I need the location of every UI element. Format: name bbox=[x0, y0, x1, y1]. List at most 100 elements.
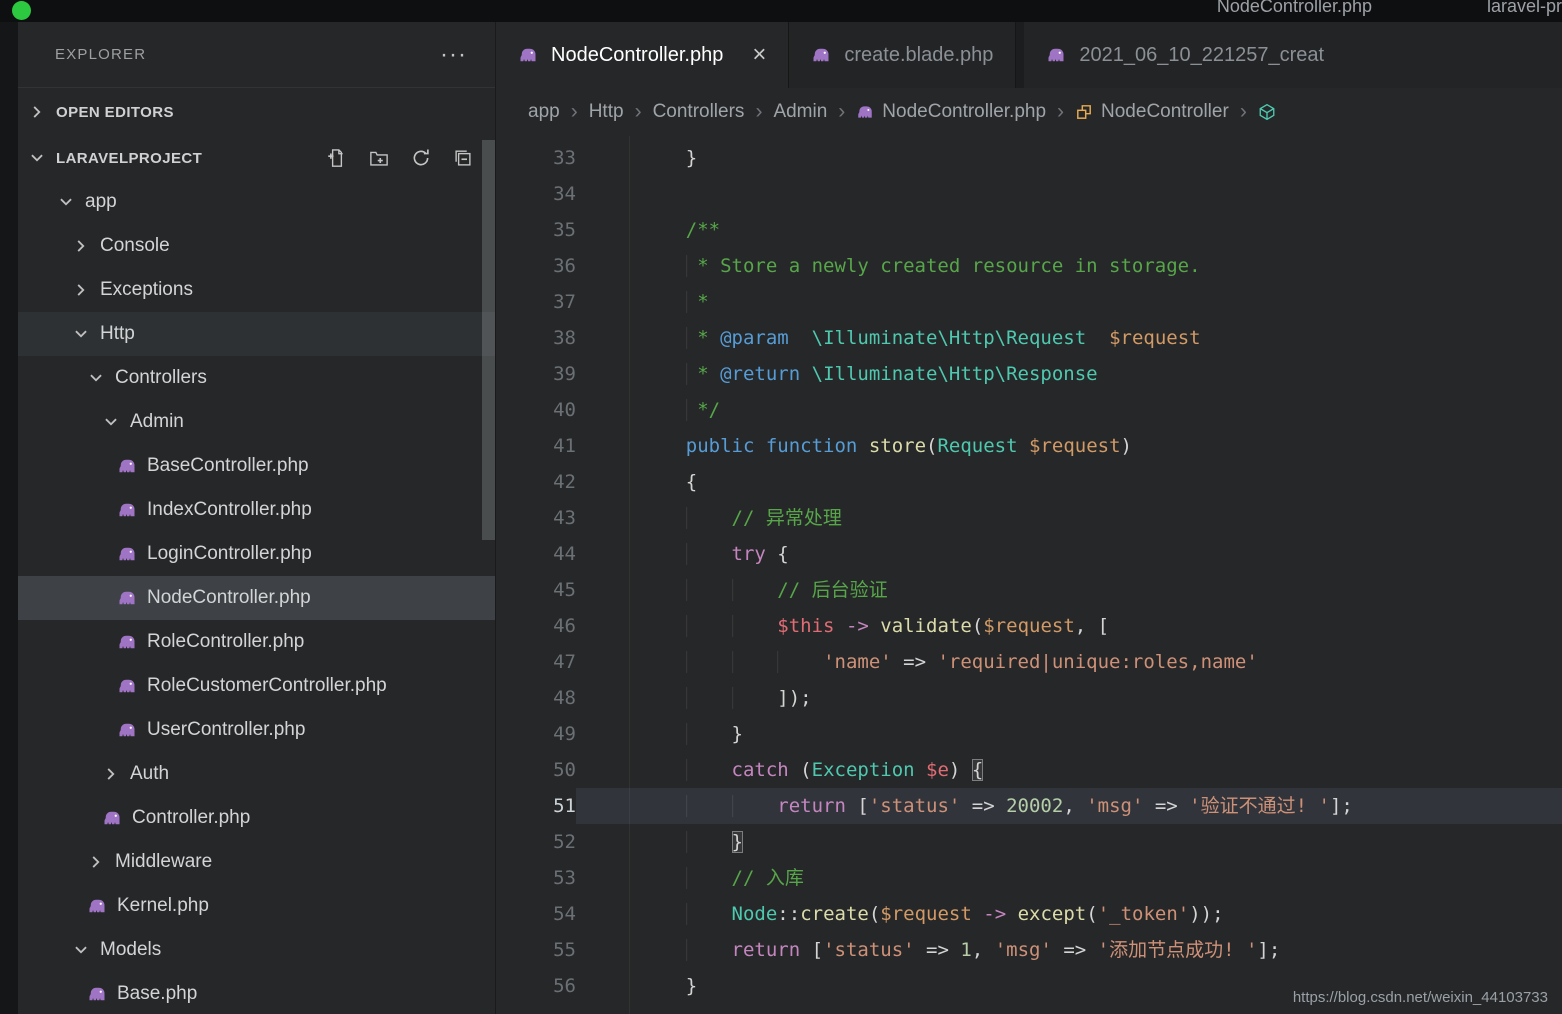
code-line-42[interactable]: 42 { bbox=[496, 464, 1562, 500]
code-line-34[interactable]: 34 bbox=[496, 176, 1562, 212]
breadcrumb-item-symbol[interactable] bbox=[1258, 103, 1276, 121]
open-editors-section[interactable]: OPEN EDITORS bbox=[18, 87, 495, 136]
new-file-button[interactable] bbox=[327, 148, 347, 168]
explorer-header: EXPLORER ··· bbox=[18, 22, 495, 87]
code-line-content: try { bbox=[576, 536, 1562, 572]
code-line-51[interactable]: 51 return ['status' => 20002, 'msg' => '… bbox=[496, 788, 1562, 824]
code-token: */ bbox=[697, 399, 720, 421]
code-line-content: // 异常处理 bbox=[576, 500, 1562, 536]
indent-guide bbox=[640, 723, 686, 745]
tab-2021-06-10-221257-creat[interactable]: 2021_06_10_221257_creat bbox=[1024, 22, 1562, 88]
tree-item-controllers[interactable]: Controllers bbox=[18, 356, 495, 400]
code-line-content: */ bbox=[576, 392, 1562, 428]
line-number: 47 bbox=[496, 644, 576, 680]
breadcrumb-item-controllers[interactable]: Controllers bbox=[653, 101, 745, 123]
code-token: '验证不通过! ' bbox=[1189, 795, 1330, 817]
breadcrumb-item-http[interactable]: Http bbox=[589, 101, 624, 123]
php-elephant-icon bbox=[102, 808, 122, 828]
code-line-content: $this -> validate($request, [ bbox=[576, 608, 1562, 644]
code-line-36[interactable]: 36 * Store a newly created resource in s… bbox=[496, 248, 1562, 284]
sidebar-scrollbar[interactable] bbox=[482, 140, 495, 540]
tree-item-kernel-php[interactable]: Kernel.php bbox=[18, 884, 495, 928]
file-tree: appConsoleExceptionsHttpControllersAdmin… bbox=[18, 180, 495, 1014]
tree-item-logincontroller-php[interactable]: LoginController.php bbox=[18, 532, 495, 576]
breadcrumb-separator: › bbox=[1057, 100, 1064, 124]
tree-item-label: RoleCustomerController.php bbox=[147, 675, 387, 697]
indent-guide bbox=[640, 147, 686, 169]
code-line-37[interactable]: 37 * bbox=[496, 284, 1562, 320]
tree-item-base-php[interactable]: Base.php bbox=[18, 972, 495, 1014]
chevron-down-icon bbox=[72, 325, 90, 343]
tree-item-app[interactable]: app bbox=[18, 180, 495, 224]
code-line-48[interactable]: 48 ]); bbox=[496, 680, 1562, 716]
tree-item-indexcontroller-php[interactable]: IndexController.php bbox=[18, 488, 495, 532]
code-token: create bbox=[800, 903, 869, 925]
code-line-content: ]); bbox=[576, 680, 1562, 716]
indent-guide bbox=[686, 867, 732, 889]
tree-item-rolecontroller-php[interactable]: RoleController.php bbox=[18, 620, 495, 664]
breadcrumb-item-admin[interactable]: Admin bbox=[773, 101, 827, 123]
code-token: ( bbox=[1086, 903, 1097, 925]
indent-guide bbox=[686, 723, 732, 745]
tree-item-exceptions[interactable]: Exceptions bbox=[18, 268, 495, 312]
code-line-50[interactable]: 50 catch (Exception $e) { bbox=[496, 752, 1562, 788]
collapse-folders-button[interactable] bbox=[453, 148, 473, 168]
code-line-49[interactable]: 49 } bbox=[496, 716, 1562, 752]
tree-item-controller-php[interactable]: Controller.php bbox=[18, 796, 495, 840]
code-line-33[interactable]: 33 } bbox=[496, 140, 1562, 176]
code-line-35[interactable]: 35 /** bbox=[496, 212, 1562, 248]
indent-guide bbox=[686, 579, 732, 601]
code-token: } bbox=[732, 723, 743, 745]
tree-item-middleware[interactable]: Middleware bbox=[18, 840, 495, 884]
code-token: 'msg' bbox=[995, 939, 1052, 961]
indent-guide bbox=[640, 795, 686, 817]
new-folder-button[interactable] bbox=[369, 148, 389, 168]
tree-item-nodecontroller-php[interactable]: NodeController.php bbox=[18, 576, 495, 620]
code-line-54[interactable]: 54 Node::create($request -> except('_tok… bbox=[496, 896, 1562, 932]
code-line-43[interactable]: 43 // 异常处理 bbox=[496, 500, 1562, 536]
breadcrumb-item-nodecontroller[interactable]: NodeController bbox=[1075, 101, 1229, 123]
tree-item-admin[interactable]: Admin bbox=[18, 400, 495, 444]
code-token: except bbox=[1018, 903, 1087, 925]
code-token bbox=[800, 363, 811, 385]
tab-nodecontroller-php[interactable]: NodeController.php× bbox=[496, 22, 789, 88]
code-line-47[interactable]: 47 'name' => 'required|unique:roles,name… bbox=[496, 644, 1562, 680]
more-actions-icon[interactable]: ··· bbox=[440, 50, 467, 60]
code-line-content: public function store(Request $request) bbox=[576, 428, 1562, 464]
chevron-down-icon bbox=[87, 369, 105, 387]
code-line-46[interactable]: 46 $this -> validate($request, [ bbox=[496, 608, 1562, 644]
line-number: 43 bbox=[496, 500, 576, 536]
refresh-explorer-button[interactable] bbox=[411, 148, 431, 168]
tree-item-label: Base.php bbox=[117, 983, 197, 1005]
indent-guide bbox=[640, 543, 686, 565]
tree-item-basecontroller-php[interactable]: BaseController.php bbox=[18, 444, 495, 488]
code-editor[interactable]: 33 }3435 /**36 * Store a newly created r… bbox=[496, 136, 1562, 1014]
code-line-40[interactable]: 40 */ bbox=[496, 392, 1562, 428]
code-line-41[interactable]: 41 public function store(Request $reques… bbox=[496, 428, 1562, 464]
code-token: $request bbox=[880, 903, 972, 925]
line-number: 54 bbox=[496, 896, 576, 932]
line-number: 52 bbox=[496, 824, 576, 860]
code-line-44[interactable]: 44 try { bbox=[496, 536, 1562, 572]
code-line-39[interactable]: 39 * @return \Illuminate\Http\Response bbox=[496, 356, 1562, 392]
tree-item-http[interactable]: Http bbox=[18, 312, 495, 356]
tree-item-console[interactable]: Console bbox=[18, 224, 495, 268]
tree-item-rolecustomercontroller-php[interactable]: RoleCustomerController.php bbox=[18, 664, 495, 708]
breadcrumb-item-app[interactable]: app bbox=[528, 101, 560, 123]
code-line-53[interactable]: 53 // 入库 bbox=[496, 860, 1562, 896]
project-section-header[interactable]: LARAVELPROJECT bbox=[18, 136, 495, 180]
close-tab-button[interactable]: × bbox=[752, 43, 766, 67]
tree-item-models[interactable]: Models bbox=[18, 928, 495, 972]
line-number: 55 bbox=[496, 932, 576, 968]
code-line-45[interactable]: 45 // 后台验证 bbox=[496, 572, 1562, 608]
tree-item-auth[interactable]: Auth bbox=[18, 752, 495, 796]
explorer-sidebar: EXPLORER ··· OPEN EDITORS LARAVELPROJECT… bbox=[18, 22, 496, 1014]
tab-create-blade-php[interactable]: create.blade.php bbox=[789, 22, 1016, 88]
indent-guide bbox=[640, 831, 686, 853]
tree-item-usercontroller-php[interactable]: UserController.php bbox=[18, 708, 495, 752]
breadcrumb-item-nodecontroller-php[interactable]: NodeController.php bbox=[856, 101, 1046, 123]
code-line-55[interactable]: 55 return ['status' => 1, 'msg' => '添加节点… bbox=[496, 932, 1562, 968]
code-line-52[interactable]: 52 } bbox=[496, 824, 1562, 860]
php-elephant-icon bbox=[117, 588, 137, 608]
code-line-38[interactable]: 38 * @param \Illuminate\Http\Request $re… bbox=[496, 320, 1562, 356]
